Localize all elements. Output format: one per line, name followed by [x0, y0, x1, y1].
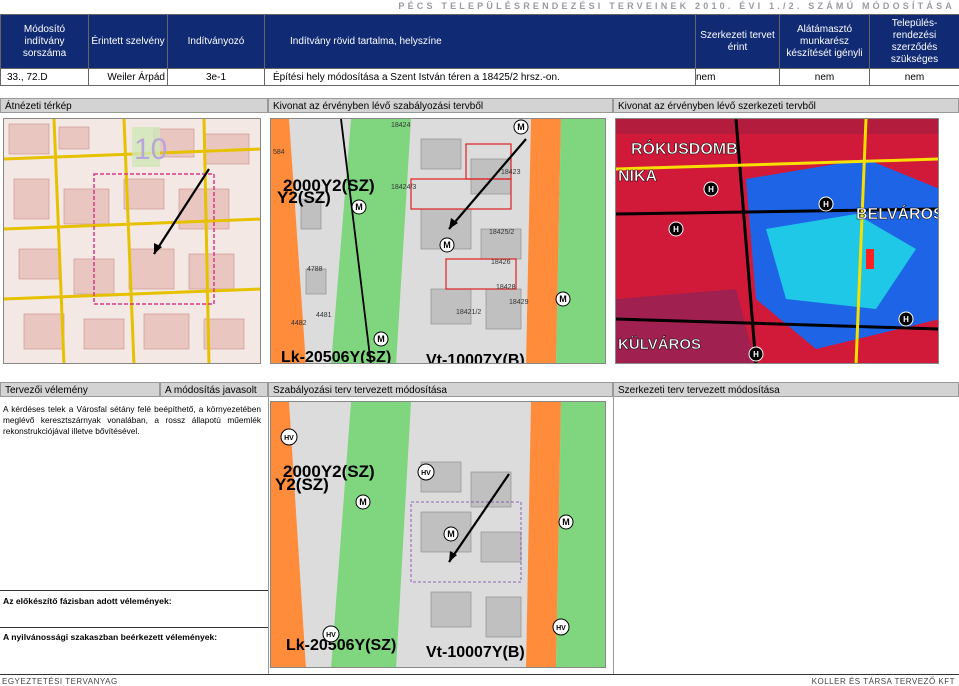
parcel-label: 4481 — [316, 312, 332, 319]
designer-opinion-text: A kérdéses telek a Városfal sétány felé … — [3, 404, 261, 436]
footer-divider — [0, 674, 959, 675]
struct-planned-title: Szerkezeti terv tervezett módosítása — [613, 382, 959, 397]
monument-marker: M — [443, 240, 451, 250]
document-header: PÉCS TELEPÜLÉSRENDEZÉSI TERVEINEK 2010. … — [0, 0, 959, 13]
reg-current-title: Kivonat az érvényben lévő szabályozási t… — [268, 98, 613, 113]
reg-current-zone-top-b: Y2(SZ) — [277, 188, 331, 207]
footer-left-text: EGYEZTETÉSI TERVANYAG — [2, 677, 118, 686]
hv-marker: HV — [556, 625, 566, 632]
cell-structural: nem — [695, 68, 780, 86]
parcel-label: 18425/2 — [489, 229, 514, 236]
hv-marker: H — [753, 350, 759, 359]
reg-current-zone-bottom-a: Lk-20506Y(SZ) — [281, 349, 391, 364]
col-header-number: Módosító indítvány sorszáma — [0, 14, 89, 69]
column-divider — [268, 397, 269, 674]
parcel-label: 18424/3 — [391, 184, 416, 191]
col-header-structural: Szerkezeti tervet érint — [695, 14, 780, 69]
monument-marker: M — [377, 334, 385, 344]
struct-current-map: RÓKUSDOMB NIKA BELVÁROS KÜLVÁROS H H H H… — [615, 118, 939, 364]
monument-marker: M — [562, 517, 570, 527]
cell-sheet-value: D — [40, 71, 48, 83]
monument-marker: M — [359, 497, 367, 507]
designer-opinion-title: Tervezői vélemény — [0, 382, 160, 397]
cell-number-value: 33., 72. — [7, 71, 41, 83]
section-divider — [0, 590, 268, 591]
cell-number: 33., 72.D — [0, 68, 89, 86]
parcel-label: 18426 — [491, 259, 511, 266]
col-header-sheet: Érintett szelvény — [88, 14, 168, 69]
reg-planned-title: Szabályozási terv tervezett módosítása — [268, 382, 613, 397]
cell-zone: 3e-1 — [167, 68, 265, 86]
column-divider — [613, 397, 614, 674]
parcel-label: 584 — [273, 149, 285, 156]
reg-current-map: 2000Y2(SZ) Y2(SZ) Lk-20506Y(SZ) Vt-10007… — [270, 118, 606, 364]
preparatory-opinions-label: Az előkészítő fázisban adott vélemények: — [3, 596, 172, 606]
col-header-supporting: Alátámasztó munkarész készítését igényli — [779, 14, 870, 69]
monument-marker: M — [355, 202, 363, 212]
parcel-label: 18423 — [501, 169, 521, 176]
parcel-label: 4788 — [307, 266, 323, 273]
table-row: 33., 72.D Weiler Árpád 3e-1 Építési hely… — [0, 68, 959, 86]
overview-map: 10 — [3, 118, 261, 364]
reg-planned-zone-bottom-a: Lk-20506Y(SZ) — [286, 637, 396, 654]
monument-marker: M — [447, 529, 455, 539]
publicity-opinions-label: A nyilvánossági szakaszban beérkezett vé… — [3, 632, 218, 642]
col-header-content: Indítvány rövid tartalma, helyszíne — [264, 14, 696, 69]
overview-sheet-number: 10 — [134, 133, 167, 166]
cell-proposer: Weiler Árpád — [88, 68, 168, 86]
struct-current-title: Kivonat az érvényben lévő szerkezeti ter… — [613, 98, 959, 113]
overview-map-svg: 10 — [4, 119, 260, 363]
struct-current-map-svg: RÓKUSDOMB NIKA BELVÁROS KÜLVÁROS H H H H… — [616, 119, 939, 363]
parcel-label: 18428 — [496, 284, 516, 291]
parcel-label: 4482 — [291, 320, 307, 327]
reg-planned-map: 2000Y2(SZ) Y2(SZ) Lk-20506Y(SZ) Vt-10007… — [270, 401, 606, 668]
struct-label-rokusdomb: RÓKUSDOMB — [631, 139, 738, 158]
struct-label-nika: NIKA — [618, 168, 658, 185]
hv-marker: HV — [421, 470, 431, 477]
col-header-proposer: Indítványozó — [167, 14, 265, 69]
document-title: PÉCS TELEPÜLÉSRENDEZÉSI TERVEINEK 2010. … — [398, 1, 955, 11]
hv-marker: HV — [326, 632, 336, 639]
reg-planned-zone-bottom-b: Vt-10007Y(B) — [426, 644, 525, 661]
hv-marker: H — [673, 225, 679, 234]
section-divider — [0, 627, 268, 628]
reg-planned-zone-top-b: Y2(SZ) — [275, 475, 329, 494]
reg-current-map-svg: 2000Y2(SZ) Y2(SZ) Lk-20506Y(SZ) Vt-10007… — [271, 119, 605, 364]
reg-planned-map-svg: 2000Y2(SZ) Y2(SZ) Lk-20506Y(SZ) Vt-10007… — [271, 402, 605, 667]
hv-marker: H — [903, 315, 909, 324]
proposal-table: Módosító indítvány sorszáma Érintett sze… — [0, 14, 959, 86]
recommendation-status: A módosítás javasolt — [160, 382, 268, 397]
reg-current-zone-bottom-b: Vt-10007Y(B) — [426, 352, 525, 364]
monument-marker: M — [517, 122, 525, 132]
footer-right-text: KOLLER ÉS TÁRSA TERVEZŐ KFT — [811, 677, 955, 686]
col-header-contract: Település-rendezési szerződés szükséges — [869, 14, 959, 69]
hv-marker: H — [708, 185, 714, 194]
overview-map-title: Átnézeti térkép — [0, 98, 268, 113]
parcel-label: 18421/2 — [456, 309, 481, 316]
cell-supporting: nem — [779, 68, 870, 86]
cell-content: Építési hely módosítása a Szent István t… — [264, 68, 696, 86]
hv-marker: H — [823, 200, 829, 209]
table-header-row: Módosító indítvány sorszáma Érintett sze… — [0, 14, 959, 69]
struct-label-belvaros: BELVÁROS — [856, 204, 939, 223]
monument-marker: M — [559, 294, 567, 304]
parcel-label: 18429 — [509, 299, 529, 306]
struct-label-kulvaros: KÜLVÁROS — [618, 336, 701, 353]
cell-contract: nem — [869, 68, 959, 86]
parcel-label: 18424 — [391, 122, 411, 129]
hv-marker: HV — [284, 435, 294, 442]
